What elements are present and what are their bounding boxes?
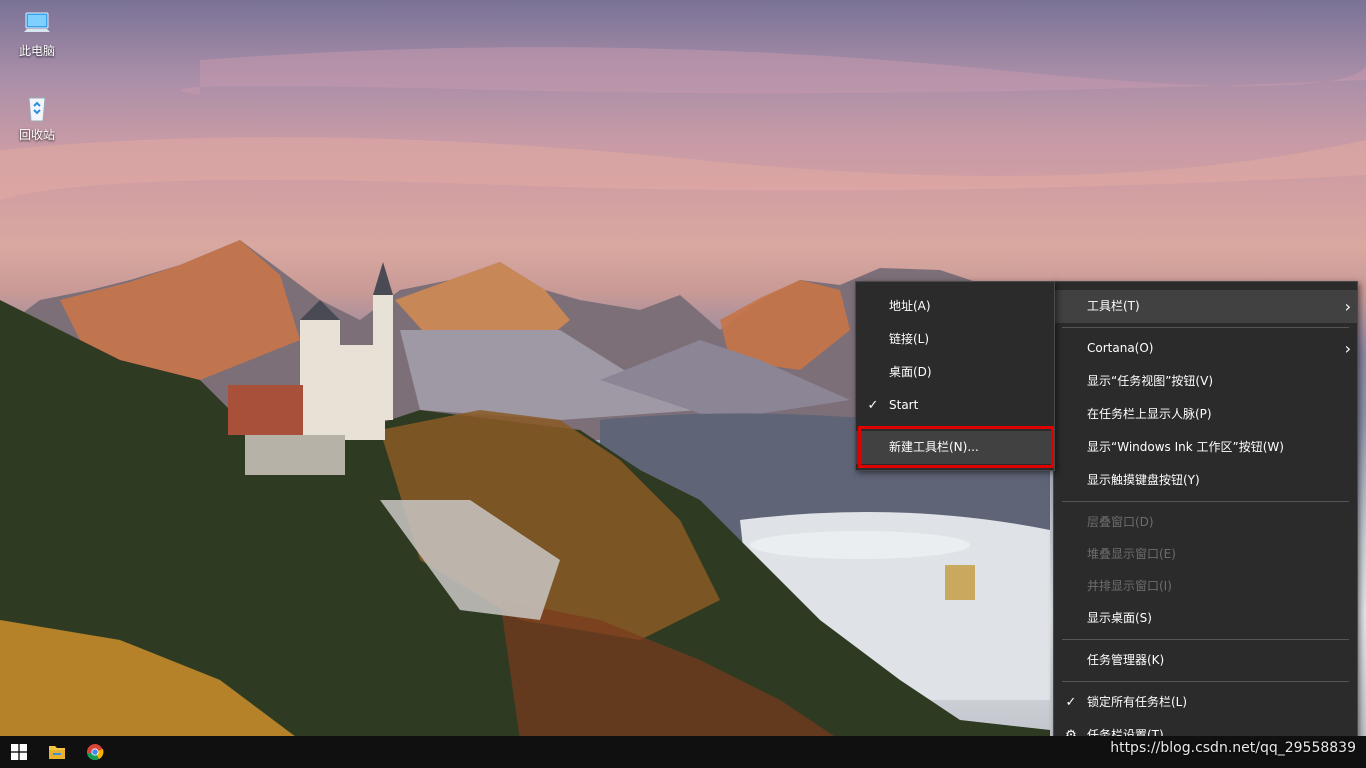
menu-item-show-desktop[interactable]: 显示桌面(S) [1054, 602, 1357, 635]
menu-item-task-manager[interactable]: 任务管理器(K) [1054, 644, 1357, 677]
chevron-right-icon: › [1344, 339, 1351, 358]
chrome-icon [87, 744, 104, 761]
recycle-bin-icon [28, 97, 46, 122]
chevron-right-icon: › [1344, 297, 1351, 316]
taskbar-context-menu: 工具栏(T) › Cortana(O) › 显示“任务视图”按钮(V) 在任务栏… [1053, 281, 1358, 761]
menu-item-label: 新建工具栏(N)... [889, 440, 979, 454]
checkmark-icon: ✓ [1065, 695, 1077, 710]
menu-item-label: 显示触摸键盘按钮(Y) [1087, 473, 1200, 487]
submenu-item-address[interactable]: 地址(A) [856, 290, 1054, 323]
menu-item-toolbars[interactable]: 工具栏(T) › [1054, 290, 1357, 323]
menu-item-lock-taskbar[interactable]: ✓ 锁定所有任务栏(L) [1054, 686, 1357, 719]
menu-item-label: Start [889, 398, 919, 412]
checkmark-icon: ✓ [867, 398, 879, 413]
menu-item-show-task-view[interactable]: 显示“任务视图”按钮(V) [1054, 365, 1357, 398]
menu-item-label: 显示“任务视图”按钮(V) [1087, 374, 1214, 388]
menu-item-label: 地址(A) [889, 299, 931, 313]
start-button[interactable] [0, 736, 38, 768]
menu-item-stack-windows: 堆叠显示窗口(E) [1054, 538, 1357, 570]
toolbars-submenu: 地址(A) 链接(L) 桌面(D) ✓ Start 新建工具栏(N)... [855, 281, 1055, 471]
menu-item-show-people[interactable]: 在任务栏上显示人脉(P) [1054, 398, 1357, 431]
this-pc-label: 此电脑 [18, 44, 55, 58]
menu-item-label: 显示桌面(S) [1087, 611, 1152, 625]
menu-item-label: 桌面(D) [889, 365, 932, 379]
submenu-item-start[interactable]: ✓ Start [856, 389, 1054, 422]
chrome-taskbar-button[interactable] [76, 736, 114, 768]
menu-item-label: 链接(L) [889, 332, 930, 346]
recycle-bin-label: 回收站 [18, 128, 55, 142]
menu-item-label: 并排显示窗口(I) [1087, 579, 1172, 593]
menu-item-show-windows-ink[interactable]: 显示“Windows Ink 工作区”按钮(W) [1054, 431, 1357, 464]
computer-icon [24, 12, 50, 32]
submenu-item-desktop[interactable]: 桌面(D) [856, 356, 1054, 389]
menu-item-cortana[interactable]: Cortana(O) › [1054, 332, 1357, 365]
file-explorer-icon [49, 746, 65, 759]
recycle-bin-desktop-icon[interactable]: 回收站 [5, 92, 69, 143]
menu-item-toolbars-label: 工具栏(T) [1087, 299, 1140, 313]
menu-separator [864, 426, 1046, 427]
menu-item-label: 层叠窗口(D) [1087, 515, 1154, 529]
menu-separator [1062, 327, 1349, 328]
menu-item-label: 在任务栏上显示人脉(P) [1087, 407, 1212, 421]
menu-separator [1062, 639, 1349, 640]
menu-item-label: 堆叠显示窗口(E) [1087, 547, 1176, 561]
menu-item-show-touch-keyboard[interactable]: 显示触摸键盘按钮(Y) [1054, 464, 1357, 497]
menu-separator [1062, 501, 1349, 502]
menu-item-cortana-label: Cortana(O) [1087, 341, 1154, 355]
menu-separator [1062, 681, 1349, 682]
menu-item-label: 锁定所有任务栏(L) [1087, 695, 1188, 709]
this-pc-desktop-icon[interactable]: 此电脑 [5, 8, 69, 59]
submenu-item-new-toolbar[interactable]: 新建工具栏(N)... [856, 431, 1054, 464]
watermark-text: https://blog.csdn.net/qq_29558839 [1110, 740, 1356, 756]
menu-item-cascade-windows: 层叠窗口(D) [1054, 506, 1357, 538]
menu-item-label: 任务管理器(K) [1087, 653, 1165, 667]
windows-start-icon [11, 744, 27, 760]
file-explorer-taskbar-button[interactable] [38, 736, 76, 768]
menu-item-label: 显示“Windows Ink 工作区”按钮(W) [1087, 440, 1284, 454]
menu-item-side-by-side: 并排显示窗口(I) [1054, 570, 1357, 602]
submenu-item-links[interactable]: 链接(L) [856, 323, 1054, 356]
